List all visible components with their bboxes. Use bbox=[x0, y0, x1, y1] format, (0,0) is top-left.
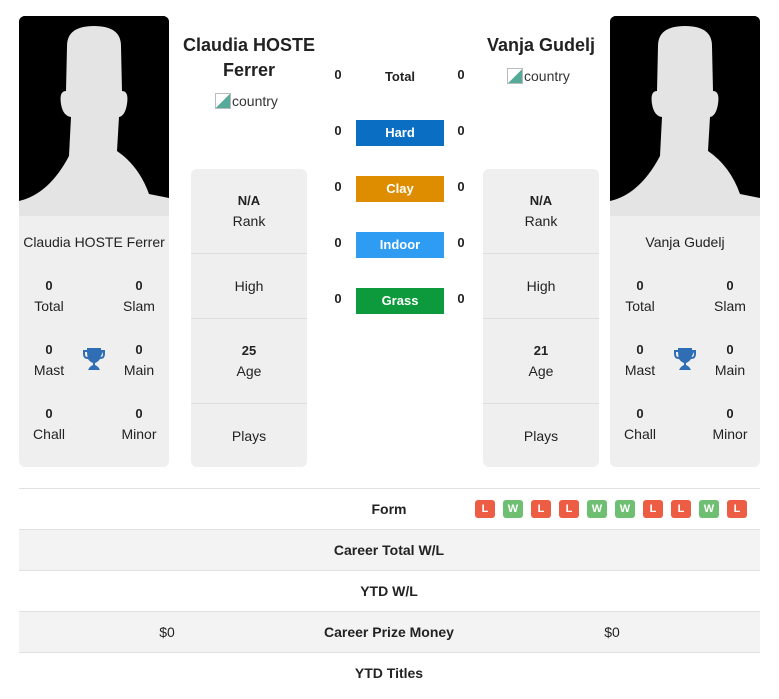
form-badge-loss: L bbox=[559, 500, 579, 518]
p2-titles-mast: 0 Mast bbox=[624, 342, 656, 378]
ytd-titles-row: YTD Titles bbox=[19, 652, 760, 693]
form-badge-loss: L bbox=[727, 500, 747, 518]
p1-age: 25 Age bbox=[191, 319, 307, 404]
p1-high: High bbox=[191, 254, 307, 319]
p2-titles-minor: 0 Minor bbox=[712, 406, 748, 442]
h2h-grass-p1: 0 bbox=[334, 291, 342, 306]
p2-plays: Plays bbox=[523, 427, 559, 444]
p1-titles-total: 0 Total bbox=[34, 278, 64, 314]
h2h-clay-p1: 0 bbox=[334, 179, 342, 194]
p1-titles-chall: 0 Chall bbox=[33, 406, 65, 442]
ytd-wl-label: YTD W/L bbox=[360, 583, 418, 599]
player2-photo bbox=[610, 16, 760, 216]
silhouette-icon bbox=[610, 16, 760, 216]
p2-titles-main: 0 Main bbox=[714, 342, 746, 378]
career-prize-money-p1: $0 bbox=[159, 624, 175, 640]
surface-grass-badge: Grass bbox=[356, 288, 444, 314]
player1-card: Claudia HOSTE Ferrer 0 Total 0 Slam 0 Mast … bbox=[19, 216, 169, 467]
p2-rank: N/A Rank bbox=[483, 169, 599, 254]
player1-photo bbox=[19, 16, 169, 216]
broken-image-icon bbox=[215, 93, 231, 109]
form-badge-loss: L bbox=[531, 500, 551, 518]
p1-titles-mast: 0 Mast bbox=[33, 342, 65, 378]
surface-hard-badge: Hard bbox=[356, 120, 444, 146]
p2-titles-total: 0 Total bbox=[625, 278, 655, 314]
h2h-total-p1: 0 bbox=[334, 67, 342, 82]
h2h-clay-p2: 0 bbox=[457, 179, 465, 194]
player2-info: N/A Rank High 21 Age Plays bbox=[483, 169, 599, 467]
p2-age: 21 Age bbox=[483, 319, 599, 404]
trophy-icon bbox=[672, 346, 698, 372]
p2-titles-slam: 0 Slam bbox=[714, 278, 746, 314]
form-badge-win: W bbox=[699, 500, 719, 518]
player2-name[interactable]: Vanja Gudelj bbox=[466, 33, 616, 58]
player1-card-name: Claudia HOSTE Ferrer bbox=[23, 234, 165, 250]
p1-titles-slam: 0 Slam bbox=[123, 278, 155, 314]
h2h-total-label: Total bbox=[384, 69, 416, 84]
h2h-grass-p2: 0 bbox=[457, 291, 465, 306]
h2h-indoor-p2: 0 bbox=[457, 235, 465, 250]
silhouette-icon bbox=[19, 16, 169, 216]
h2h-hard-p2: 0 bbox=[457, 123, 465, 138]
player2-card-name: Vanja Gudelj bbox=[645, 234, 725, 250]
ytd-titles-label: YTD Titles bbox=[354, 665, 424, 681]
form-label: Form bbox=[371, 501, 407, 517]
trophy-icon bbox=[81, 346, 107, 372]
p1-titles-main: 0 Main bbox=[123, 342, 155, 378]
player2-flag: country bbox=[507, 68, 570, 84]
career-prize-money-row: $0 Career Prize Money $0 bbox=[19, 611, 760, 652]
form-badge-win: W bbox=[587, 500, 607, 518]
player1-info: N/A Rank High 25 Age Plays bbox=[191, 169, 307, 467]
career-total-wl-row: Career Total W/L bbox=[19, 529, 760, 570]
h2h-indoor-p1: 0 bbox=[334, 235, 342, 250]
p1-rank: N/A Rank bbox=[191, 169, 307, 254]
player1-flag: country bbox=[215, 93, 278, 109]
p1-plays: Plays bbox=[231, 427, 267, 444]
career-total-wl-label: Career Total W/L bbox=[333, 542, 445, 558]
form-badge-loss: L bbox=[643, 500, 663, 518]
p1-titles-minor: 0 Minor bbox=[121, 406, 157, 442]
h2h-hard-p1: 0 bbox=[334, 123, 342, 138]
h2h-total-p2: 0 bbox=[457, 67, 465, 82]
p2-high: High bbox=[483, 254, 599, 319]
surface-clay-badge: Clay bbox=[356, 176, 444, 202]
player1-name[interactable]: Claudia HOSTE Ferrer bbox=[174, 33, 324, 83]
p2-titles-chall: 0 Chall bbox=[624, 406, 656, 442]
form-badge-loss: L bbox=[671, 500, 691, 518]
form-badge-loss: L bbox=[475, 500, 495, 518]
ytd-wl-row: YTD W/L bbox=[19, 570, 760, 611]
form-row: Form LWLLWWLLWL bbox=[19, 488, 760, 529]
broken-image-icon bbox=[507, 68, 523, 84]
player2-card: Vanja Gudelj 0 Total 0 Slam 0 Mast 0 Main 0C… bbox=[610, 216, 760, 467]
form-badge-win: W bbox=[503, 500, 523, 518]
surface-indoor-badge: Indoor bbox=[356, 232, 444, 258]
form-badges: LWLLWWLLWL bbox=[475, 500, 747, 518]
form-badge-win: W bbox=[615, 500, 635, 518]
career-prize-money-p2: $0 bbox=[604, 624, 620, 640]
career-prize-money-label: Career Prize Money bbox=[324, 624, 454, 640]
